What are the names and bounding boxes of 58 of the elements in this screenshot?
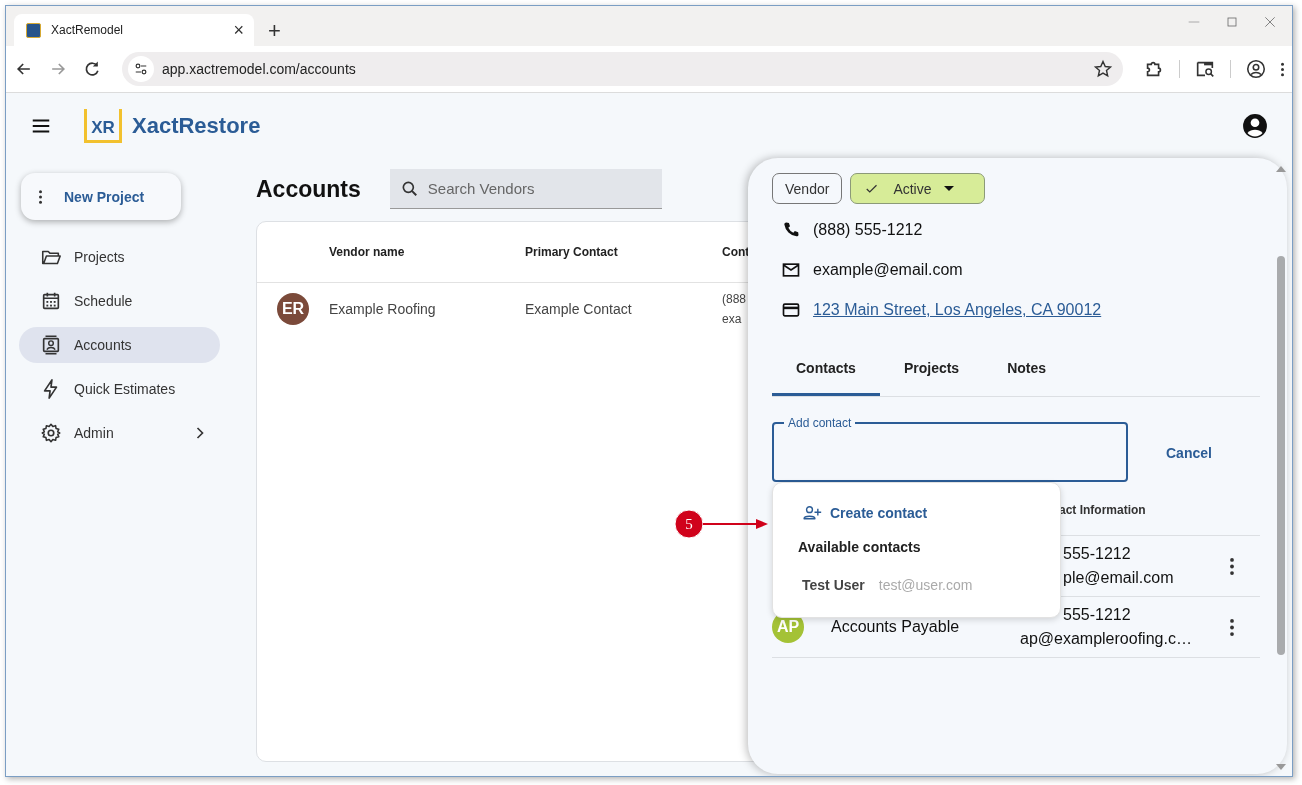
card-icon	[781, 300, 801, 320]
scroll-down-icon[interactable]	[1276, 764, 1286, 770]
mail-icon	[781, 260, 801, 280]
sidebar-item[interactable]: Admin	[19, 415, 220, 451]
close-tab-button[interactable]: ×	[233, 21, 244, 39]
column-header: Vendor name	[329, 245, 406, 259]
new-tab-button[interactable]: +	[268, 20, 281, 42]
scrollbar-thumb[interactable]	[1277, 256, 1285, 655]
create-contact-button[interactable]: Create contact	[798, 503, 928, 523]
sidebar-item[interactable]: Accounts	[19, 327, 220, 363]
site-settings-icon[interactable]	[128, 56, 154, 82]
contact-option[interactable]: Test User test@user.com	[798, 576, 979, 594]
contact-info: ap@exampleroofing.c…	[1020, 629, 1193, 649]
column-header: Primary Contact	[525, 245, 619, 259]
person-add-icon	[802, 503, 822, 523]
phone-number: (888) 555-1212	[813, 221, 923, 239]
type-chip: Vendor	[772, 173, 843, 204]
sidebar-item[interactable]: Schedule	[19, 283, 220, 319]
tab[interactable]: Contacts	[772, 342, 880, 396]
sidebar-item[interactable]: Quick Estimates	[19, 371, 220, 407]
table-cell-text: Example Contact	[525, 301, 633, 317]
avatar: ER	[277, 293, 309, 325]
menu-icon[interactable]	[1281, 61, 1284, 77]
browser-tab[interactable]: XactRemodel ×	[14, 14, 254, 46]
status-dropdown[interactable]: Active	[850, 173, 985, 204]
tab[interactable]: Notes	[983, 342, 1071, 396]
address-link[interactable]: 123 Main Street, Los Angeles, CA 90012	[813, 301, 1102, 319]
new-project-button[interactable]: New Project	[21, 173, 181, 220]
calendar-icon	[40, 290, 62, 312]
contact-info: 555-1212	[1062, 605, 1132, 625]
logo-icon: XR	[84, 108, 122, 143]
close-icon[interactable]	[1262, 14, 1278, 30]
contact-info: ple@email.com	[1062, 568, 1175, 588]
address-bar[interactable]: app.xactremodel.com/accounts	[122, 52, 1123, 86]
page-title: Accounts	[256, 175, 361, 203]
email-address: example@email.com	[813, 261, 963, 279]
kebab-icon	[39, 189, 42, 204]
table-cell-text: (888 exa	[722, 291, 747, 328]
contact-info: 555-1212	[1062, 544, 1132, 564]
contact-name: Accounts Payable	[831, 618, 961, 636]
favicon-icon	[26, 22, 41, 38]
gear-icon	[40, 422, 62, 444]
section-heading: Available contacts	[798, 539, 922, 555]
sidebar-item[interactable]: Projects	[19, 239, 220, 275]
contact-card-icon	[40, 334, 62, 356]
star-icon[interactable]	[1093, 59, 1113, 79]
account-icon[interactable]	[1242, 112, 1268, 139]
column-header: Cont	[722, 245, 750, 259]
search-field[interactable]: Search Vendors	[389, 169, 662, 209]
caret-icon	[943, 186, 954, 191]
cancel-button[interactable]: Cancel	[1144, 436, 1234, 469]
profile-icon[interactable]	[1245, 58, 1267, 80]
tab[interactable]: Projects	[879, 342, 984, 396]
scroll-up-icon[interactable]	[1276, 166, 1286, 172]
kebab-icon[interactable]	[1230, 557, 1234, 575]
kebab-icon[interactable]	[1230, 618, 1234, 636]
table-cell-text: Example Roofing	[329, 301, 437, 317]
app-name: XactRestore	[132, 112, 261, 139]
